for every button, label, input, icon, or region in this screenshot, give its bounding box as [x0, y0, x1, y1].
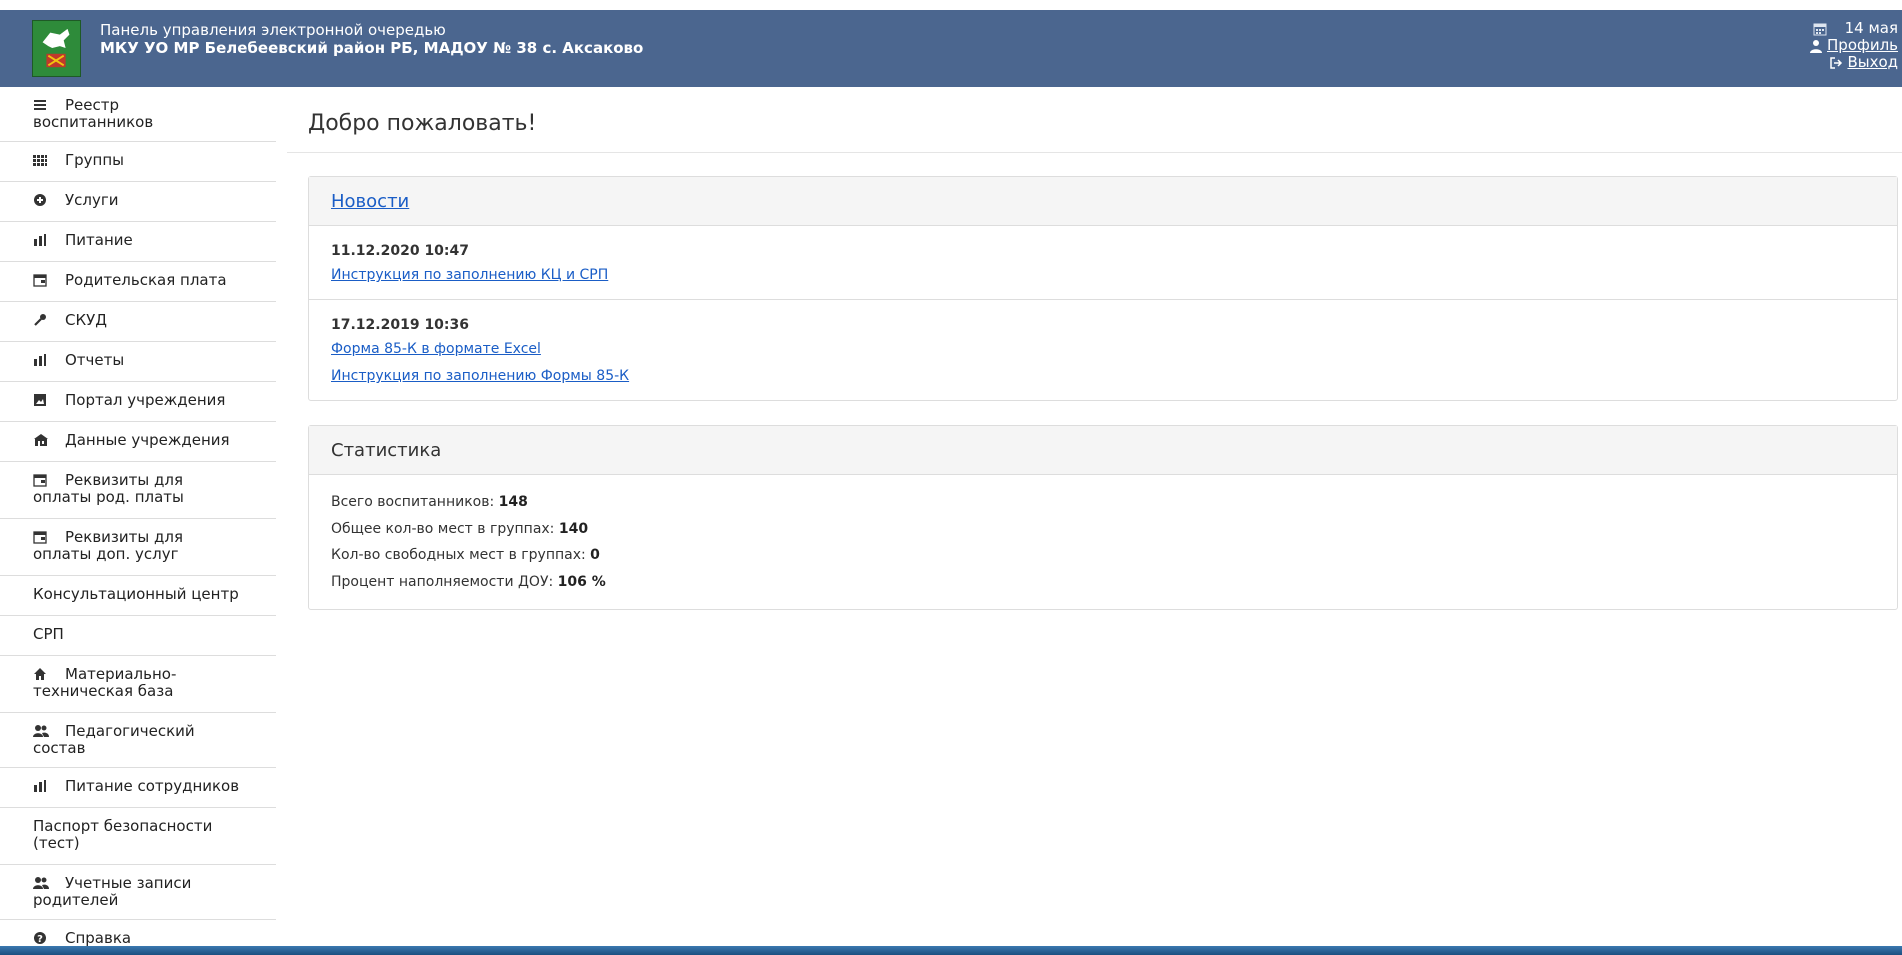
stat-value: 148	[498, 494, 528, 510]
sidebar-item-5[interactable]: Родительская плата	[0, 262, 276, 302]
sidebar-item-label: Реестр воспитанников	[33, 96, 154, 131]
news-panel: Новости 11.12.2020 10:47 Инструкция по з…	[308, 176, 1898, 401]
sidebar-item-4[interactable]: Питание	[0, 222, 276, 262]
stat-row: Общее кол-во мест в группах: 140	[331, 516, 1875, 543]
sidebar-item-2[interactable]: Группы	[0, 142, 276, 182]
news-link[interactable]: Инструкция по заполнению Формы 85-К	[331, 363, 1875, 390]
sidebar-item-11[interactable]: Реквизиты для оплаты доп. услуг	[0, 519, 276, 576]
stats-panel: Статистика Всего воспитанников: 148 Обще…	[308, 425, 1898, 610]
bar-chart-icon	[33, 233, 49, 247]
sidebar-item-label: Консультационный центр	[33, 585, 239, 603]
stat-label: Общее кол-во мест в группах:	[331, 520, 559, 537]
sidebar-item-16[interactable]: Питание сотрудников	[0, 768, 276, 808]
header-user-area: 14 мая Профиль Выход	[1809, 20, 1898, 71]
home-icon	[33, 667, 49, 681]
sidebar-item-label: Педагогический состав	[33, 722, 195, 757]
header-date: 14 мая	[1844, 19, 1898, 37]
logout-icon	[1829, 56, 1843, 70]
sidebar-item-label: Реквизиты для оплаты доп. услуг	[33, 528, 183, 563]
wallet-icon	[33, 273, 49, 287]
sidebar-item-15[interactable]: Педагогический состав	[0, 713, 276, 768]
stat-value: 140	[558, 520, 589, 537]
question-circle-icon: ?	[33, 931, 49, 945]
sidebar-item-label: Данные учреждения	[65, 431, 230, 449]
news-date: 11.12.2020 10:47	[331, 243, 470, 259]
stat-label: Всего воспитанников:	[331, 494, 499, 510]
sidebar-item-label: Услуги	[65, 191, 119, 209]
stat-row: Кол-во свободных мест в группах: 0	[331, 542, 1875, 569]
sidebar-item-12[interactable]: Консультационный центр	[0, 576, 276, 616]
sidebar-item-label: Материально-техническая база	[33, 665, 177, 700]
sidebar-item-17[interactable]: Паспорт безопасности (тест)	[0, 808, 276, 865]
os-taskbar	[0, 946, 1902, 955]
wallet-icon	[33, 530, 49, 544]
building-icon	[33, 433, 49, 447]
app-header: Панель управления электронной очередью М…	[0, 10, 1902, 87]
header-title: Панель управления электронной очередью М…	[100, 21, 643, 57]
top-strip	[0, 0, 1902, 10]
stats-body: Всего воспитанников: 148 Общее кол-во ме…	[309, 475, 1897, 609]
news-link[interactable]: Форма 85-К в формате Excel	[331, 336, 1875, 363]
stat-value: 0	[590, 547, 600, 563]
news-title-link[interactable]: Новости	[331, 191, 409, 212]
sidebar-item-13[interactable]: СРП	[0, 616, 276, 656]
sidebar-item-label: Реквизиты для оплаты род. платы	[33, 471, 184, 506]
users-icon	[33, 876, 49, 890]
logout-link[interactable]: Выход	[1847, 54, 1898, 71]
sidebar-item-label: Питание	[65, 231, 133, 249]
logo	[32, 20, 81, 77]
sidebar-item-label: Паспорт безопасности (тест)	[33, 817, 213, 852]
sidebar-item-label: Питание сотрудников	[65, 777, 240, 795]
sidebar-item-10[interactable]: Реквизиты для оплаты род. платы	[0, 462, 276, 519]
news-panel-header: Новости	[309, 177, 1897, 226]
picture-icon	[33, 393, 49, 407]
stat-label: Процент наполняемости ДОУ:	[331, 573, 558, 590]
main-content: Добро пожаловать! Новости 11.12.2020 10:…	[287, 87, 1902, 610]
key-icon	[33, 313, 49, 327]
sidebar-item-8[interactable]: Портал учреждения	[0, 382, 276, 422]
stat-label: Кол-во свободных мест в группах:	[331, 547, 591, 563]
page-title: Добро пожаловать!	[287, 87, 1902, 153]
sidebar-item-14[interactable]: Материально-техническая база	[0, 656, 276, 713]
plus-circle-icon	[33, 193, 49, 207]
sidebar-item-label: Портал учреждения	[65, 391, 226, 409]
sidebar-item-label: Отчеты	[65, 351, 125, 369]
sidebar-item-label: Учетные записи родителей	[33, 874, 192, 909]
stat-value: 106 %	[557, 573, 606, 590]
sidebar-item-18[interactable]: Учетные записи родителей	[0, 865, 276, 920]
sidebar-item-label: СРП	[33, 625, 64, 643]
wallet-icon	[33, 473, 49, 487]
profile-link[interactable]: Профиль	[1827, 37, 1898, 54]
user-icon	[1809, 39, 1823, 53]
news-entry: 11.12.2020 10:47 Инструкция по заполнени…	[309, 226, 1897, 300]
grid-icon	[33, 153, 49, 167]
sidebar-item-3[interactable]: Услуги	[0, 182, 276, 222]
svg-text:?: ?	[37, 934, 43, 945]
news-date: 17.12.2019 10:36	[331, 317, 470, 333]
sidebar-item-7[interactable]: Отчеты	[0, 342, 276, 382]
header-title-line1: Панель управления электронной очередью	[100, 21, 446, 39]
sidebar-item-9[interactable]: Данные учреждения	[0, 422, 276, 462]
sidebar-item-label: СКУД	[65, 311, 107, 329]
header-title-line2: МКУ УО МР Белебеевский район РБ, МАДОУ №…	[100, 39, 644, 57]
sidebar-item-1[interactable]: Реестр воспитанников	[0, 87, 276, 142]
sidebar-item-6[interactable]: СКУД	[0, 302, 276, 342]
stat-row: Процент наполняемости ДОУ: 106 %	[331, 569, 1875, 596]
sidebar-item-label: Группы	[65, 151, 125, 169]
bar-chart-icon	[33, 779, 49, 793]
sidebar-item-label: Родительская плата	[65, 271, 227, 289]
calendar-icon	[1813, 22, 1827, 36]
news-link[interactable]: Инструкция по заполнению КЦ и СРП	[331, 262, 1875, 289]
list-icon	[33, 98, 49, 112]
news-entry: 17.12.2019 10:36 Форма 85-К в формате Ex…	[309, 300, 1897, 400]
users-icon	[33, 724, 49, 738]
sidebar-nav: Реестр воспитанников Группы Услуги Питание Р…	[0, 87, 276, 955]
stats-panel-header: Статистика	[309, 426, 1897, 475]
bar-chart-icon	[33, 353, 49, 367]
stat-row: Всего воспитанников: 148	[331, 489, 1875, 516]
sidebar-item-label: Справка	[65, 929, 132, 947]
